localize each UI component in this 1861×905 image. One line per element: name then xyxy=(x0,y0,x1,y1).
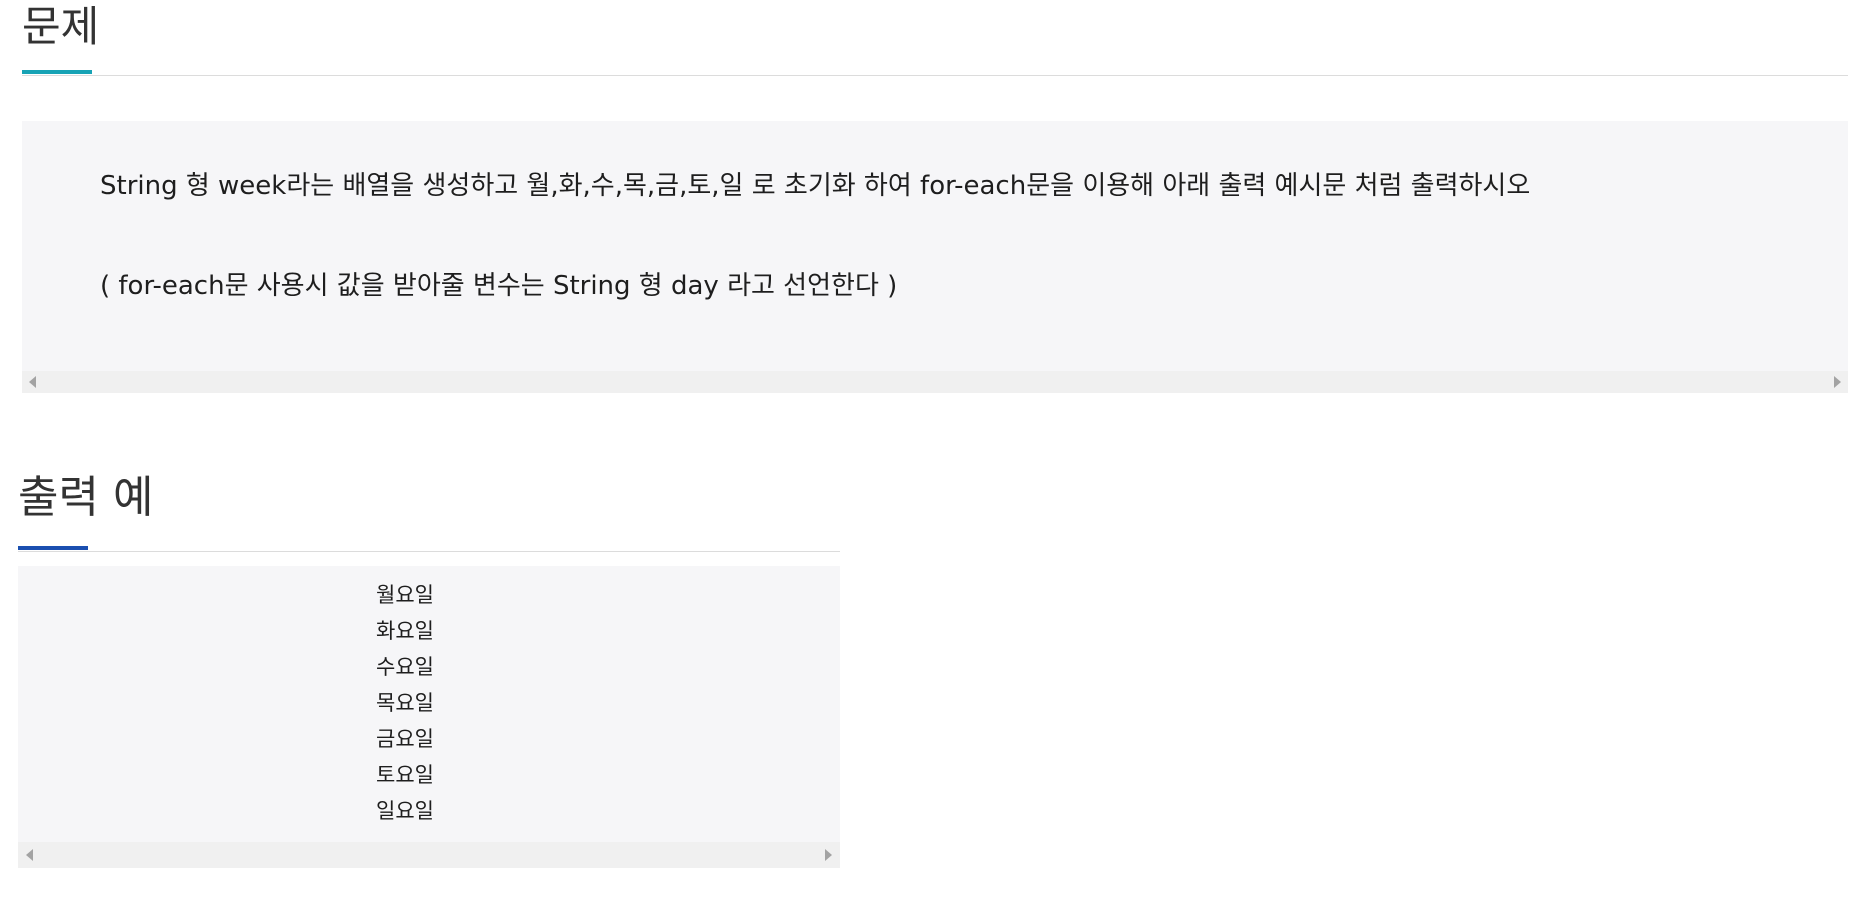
output-line-6: 토요일 xyxy=(376,763,434,787)
problem-title-accent xyxy=(22,70,92,74)
output-line-2: 화요일 xyxy=(376,619,434,643)
output-title-divider xyxy=(18,551,840,552)
problem-title-divider xyxy=(22,75,1848,76)
output-title: 출력 예 xyxy=(18,472,154,523)
problem-horizontal-scrollbar[interactable] xyxy=(22,371,1848,393)
output-line-3: 수요일 xyxy=(376,655,434,679)
problem-text-line-1: String 형 week라는 배열을 생성하고 월,화,수,목,금,토,일 로… xyxy=(100,171,1531,201)
scroll-left-arrow-icon[interactable] xyxy=(29,376,36,388)
scroll-right-arrow-icon[interactable] xyxy=(825,849,832,861)
page: 문제 String 형 week라는 배열을 생성하고 월,화,수,목,금,토,… xyxy=(0,0,1861,905)
problem-title: 문제 xyxy=(22,2,100,51)
scroll-right-arrow-icon[interactable] xyxy=(1834,376,1841,388)
output-title-accent xyxy=(18,546,88,550)
scroll-left-arrow-icon[interactable] xyxy=(26,849,33,861)
output-line-5: 금요일 xyxy=(376,727,434,751)
problem-text-line-2: ( for-each문 사용시 값을 받아줄 변수는 String 형 day … xyxy=(100,271,898,301)
output-list: 월요일 화요일 수요일 목요일 금요일 토요일 일요일 xyxy=(376,577,434,829)
output-line-1: 월요일 xyxy=(376,583,434,607)
problem-panel: String 형 week라는 배열을 생성하고 월,화,수,목,금,토,일 로… xyxy=(22,121,1848,371)
output-line-4: 목요일 xyxy=(376,691,434,715)
output-panel: 월요일 화요일 수요일 목요일 금요일 토요일 일요일 xyxy=(18,566,840,842)
output-horizontal-scrollbar[interactable] xyxy=(18,842,840,868)
output-line-7: 일요일 xyxy=(376,799,434,823)
